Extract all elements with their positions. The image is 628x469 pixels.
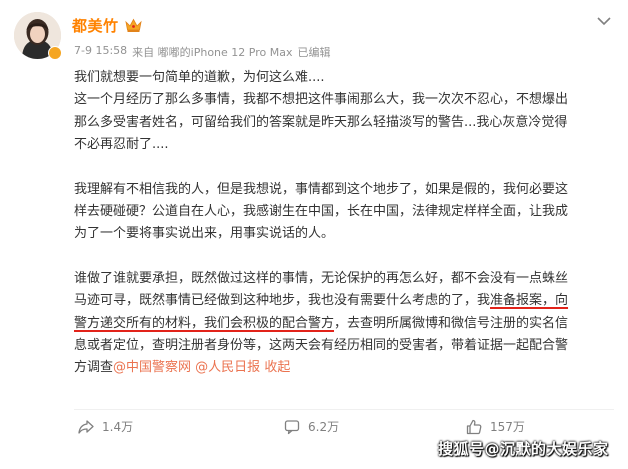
text-segment: 样去硬碰硬？公道自在人心，我感谢生在中国，长在中国，法律规定样样全面，让我成 bbox=[74, 204, 569, 220]
post-paragraph: 我们就想要一句简单的道歉，为何这么难.... 这一个月经历了那么多事情，我都不想把… bbox=[74, 67, 614, 157]
share-icon bbox=[78, 419, 94, 434]
text-line: 我理解有不相信我的人，但是我想说，事情都到这个地步了，如果是假的，我何必要这 bbox=[74, 179, 614, 201]
text-segment: 这一个月经历了那么多事情，我都不想把这件事闹那么大，我一次次不忍心，不想爆出 bbox=[74, 92, 569, 108]
highlighted-text: 准备报案，向 bbox=[490, 293, 569, 309]
text-line: 息或者定位，查明注册者身份等，这两天会有经历相同的受害者，带着证据一起配合警 bbox=[74, 335, 614, 357]
text-segment: 息或者定位，查明注册者身份等，这两天会有经历相同的受害者，带着证据一起配合警 bbox=[74, 338, 569, 354]
text-segment: 我们就想要一句简单的道歉，为何这么难.... bbox=[74, 70, 325, 85]
crown-icon[interactable] bbox=[124, 18, 142, 33]
text-segment: 马迹可寻，既然事情已经做到这种地步，我也没有需要什么考虑的了，我 bbox=[74, 293, 491, 309]
text-line: 为了一个要将事实说出来，用事实说话的人。 bbox=[74, 223, 614, 245]
post-paragraph: 谁做了谁就要承担，既然做过这样的事情，无论保护的再怎么好，都不会没有一点蛛丝 马迹… bbox=[74, 268, 614, 380]
text-line: 警方递交所有的材料，我们会积极的配合警方，去查明所属微博和微信号注册的实名信 bbox=[74, 313, 614, 335]
post-meta: 7-9 15:58 来自 嘟嘟的iPhone 12 Pro Max 已编辑 bbox=[74, 44, 330, 60]
like-count: 157万 bbox=[490, 420, 525, 434]
author-row: 都美竹 bbox=[72, 14, 142, 36]
post-time[interactable]: 7-9 15:58 bbox=[74, 44, 127, 60]
text-segment: 谁做了谁就要承担，既然做过这样的事情，无论保护的再怎么好，都不会没有一点蛛丝 bbox=[74, 270, 569, 286]
highlighted-text: 警方递交所有的材料，我们会积极的配合警方 bbox=[74, 315, 335, 331]
like-icon bbox=[466, 419, 482, 434]
chevron-down-icon[interactable] bbox=[596, 12, 612, 26]
post-content: 我们就想要一句简单的道歉，为何这么难.... 这一个月经历了那么多事情，我都不想把… bbox=[74, 67, 614, 402]
post-paragraph: 我理解有不相信我的人，但是我想说，事情都到这个地步了，如果是假的，我何必要这 样去… bbox=[74, 179, 614, 246]
text-segment: 不必再忍耐了.... bbox=[74, 137, 169, 153]
like-button[interactable]: 157万 bbox=[466, 418, 525, 435]
text-segment: 那么多受害者姓名，可留给我们的答案就是昨天那么轻描淡写的警告...我心灰意冷觉得 bbox=[74, 114, 568, 130]
divider bbox=[74, 409, 614, 410]
action-bar: 1.4万 6.2万 157万 bbox=[74, 418, 614, 440]
text-segment: 方调查 bbox=[74, 360, 114, 376]
text-segment: ，去查明所属微博和微信号注册的实名信 bbox=[334, 315, 569, 331]
text-line: 样去硬碰硬？公道自在人心，我感谢生在中国，长在中国，法律规定样样全面，让我成 bbox=[74, 201, 614, 223]
mention-link[interactable]: @中国警察网 bbox=[113, 360, 191, 375]
text-line: 方调查@中国警察网 @人民日报 收起 bbox=[74, 357, 614, 379]
username[interactable]: 都美竹 bbox=[72, 15, 119, 36]
verified-badge-icon bbox=[48, 46, 62, 60]
watermark: 搜狐号@沉默的大娱乐家 bbox=[438, 440, 609, 458]
text-segment: 为了一个要将事实说出来，用事实说话的人。 bbox=[74, 226, 335, 242]
share-button[interactable]: 1.4万 bbox=[78, 418, 133, 435]
edited-label[interactable]: 已编辑 bbox=[297, 44, 330, 60]
share-count: 1.4万 bbox=[102, 420, 134, 434]
collapse-link[interactable]: 收起 bbox=[264, 360, 290, 375]
text-line: 谁做了谁就要承担，既然做过这样的事情，无论保护的再怎么好，都不会没有一点蛛丝 bbox=[74, 268, 614, 290]
text-line: 我们就想要一句简单的道歉，为何这么难.... bbox=[74, 67, 614, 89]
text-line: 不必再忍耐了.... bbox=[74, 134, 614, 156]
weibo-post: 都美竹 7-9 15:58 来自 嘟嘟的iPhone 12 Pro Max 已编… bbox=[0, 0, 628, 469]
comment-icon bbox=[284, 419, 300, 434]
comment-count: 6.2万 bbox=[308, 420, 340, 434]
mention-link[interactable]: @人民日报 bbox=[195, 360, 260, 375]
text-segment: 我理解有不相信我的人，但是我想说，事情都到这个地步了，如果是假的，我何必要这 bbox=[74, 181, 569, 197]
text-line: 马迹可寻，既然事情已经做到这种地步，我也没有需要什么考虑的了，我准备报案，向 bbox=[74, 290, 614, 312]
text-line: 那么多受害者姓名，可留给我们的答案就是昨天那么轻描淡写的警告...我心灰意冷觉得 bbox=[74, 112, 614, 134]
text-line: 这一个月经历了那么多事情，我都不想把这件事闹那么大，我一次次不忍心，不想爆出 bbox=[74, 89, 614, 111]
comment-button[interactable]: 6.2万 bbox=[284, 418, 339, 435]
post-source: 来自 嘟嘟的iPhone 12 Pro Max bbox=[132, 46, 293, 59]
